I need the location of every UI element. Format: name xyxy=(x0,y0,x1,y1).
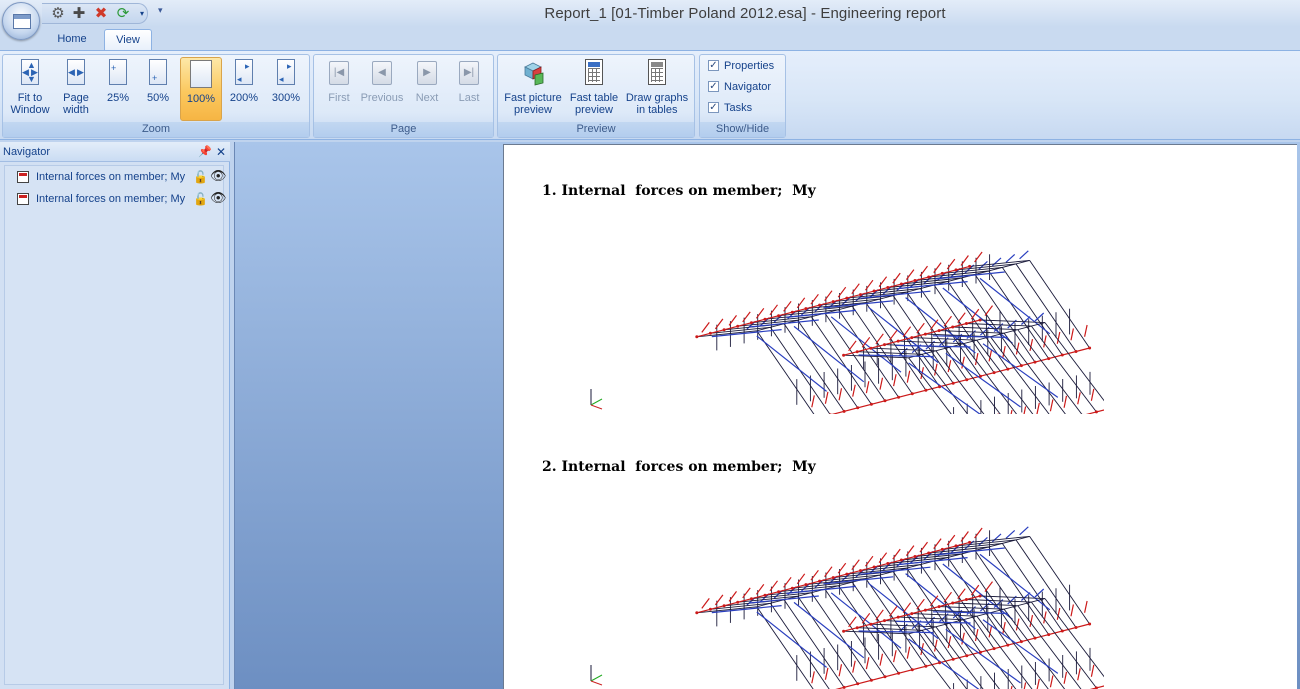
fit-to-window-label-1: Fit to xyxy=(17,92,43,104)
zoom-25-button[interactable]: + 25% xyxy=(99,57,137,121)
list-item[interactable]: Internal forces on member; My 🔓 👁 xyxy=(5,188,227,210)
zoom-50-button[interactable]: + 50% xyxy=(139,57,177,121)
page-group-label: Page xyxy=(314,122,493,137)
show-hide-group: ✓ Properties ✓ Navigator ✓ Tasks Show/Hide xyxy=(699,54,786,138)
zoom-200-icon: ▸ ◂ xyxy=(232,59,256,89)
page-width-button[interactable]: ◀ ▶ Page width xyxy=(55,57,97,121)
zoom-50-label: 50% xyxy=(146,92,170,104)
draw-graphs-label-2: in tables xyxy=(636,104,678,116)
draw-graphs-in-tables-button[interactable]: Draw graphs in tables xyxy=(622,57,692,121)
window-title: Report_1 [01-Timber Poland 2012.esa] - E… xyxy=(544,5,946,22)
fast-picture-preview-label-2: preview xyxy=(514,104,552,116)
title-bar: ⚙ ✚ ✖ ⟳ ▾ ▾ Report_1 [01-Timber Poland 2… xyxy=(0,0,1300,27)
last-page-label: Last xyxy=(458,92,480,104)
close-icon[interactable]: ✕ xyxy=(216,142,226,162)
zoom-100-icon xyxy=(189,60,213,90)
last-page-button[interactable]: ▶| Last xyxy=(450,57,488,121)
first-page-icon: |◀ xyxy=(327,59,351,89)
properties-checkbox[interactable]: ✓ xyxy=(708,59,719,71)
zoom-100-button[interactable]: 100% xyxy=(180,57,222,121)
zoom-300-label: 300% xyxy=(271,92,301,104)
first-page-button[interactable]: |◀ First xyxy=(318,57,360,121)
zoom-group: ▲ ▼ ◀ ▶ Fit to Window ◀ ▶ Page width + 25% +… xyxy=(2,54,310,138)
tasks-checkbox[interactable]: ✓ xyxy=(708,101,719,113)
pin-icon[interactable]: 📌 xyxy=(198,142,212,162)
page-width-icon: ◀ ▶ xyxy=(64,59,88,89)
last-page-icon: ▶| xyxy=(457,59,481,89)
ribbon-tabs: Home View xyxy=(0,27,1300,50)
show-hide-group-label: Show/Hide xyxy=(700,122,785,137)
fast-picture-preview-icon xyxy=(519,59,547,89)
fit-to-window-label-2: Window xyxy=(10,104,50,116)
structure-figure-1 xyxy=(590,250,1104,414)
navigator-header: Navigator 📌 ✕ xyxy=(0,142,230,162)
previous-page-button[interactable]: ◀ Previous xyxy=(358,57,406,121)
zoom-25-label: 25% xyxy=(106,92,130,104)
zoom-200-button[interactable]: ▸ ◂ 200% xyxy=(225,57,263,121)
draw-graphs-in-tables-icon xyxy=(645,59,669,89)
tab-view[interactable]: View xyxy=(104,29,152,50)
section-title-2: 2. Internal forces on member; My xyxy=(542,459,816,475)
page-width-label-1: Page xyxy=(63,92,89,104)
page-width-label-2: width xyxy=(63,104,89,116)
section-title-1: 1. Internal forces on member; My xyxy=(542,183,816,199)
fast-table-preview-icon xyxy=(582,59,606,89)
unlock-icon[interactable]: 🔓 xyxy=(193,170,208,184)
list-item-label: Internal forces on member; My xyxy=(36,193,186,205)
next-page-button[interactable]: ▶ Next xyxy=(408,57,446,121)
zoom-25-icon: + xyxy=(106,59,130,89)
list-item-label: Internal forces on member; My xyxy=(36,171,186,183)
next-page-label: Next xyxy=(415,92,439,104)
navigator-label: Navigator xyxy=(724,81,772,93)
zoom-100-label: 100% xyxy=(186,93,216,105)
report-preview-area[interactable]: 1. Internal forces on member; My 2. Inte… xyxy=(234,142,1300,689)
unlock-icon[interactable]: 🔓 xyxy=(193,192,208,206)
ribbon: ▲ ▼ ◀ ▶ Fit to Window ◀ ▶ Page width + 25% +… xyxy=(0,50,1300,140)
previous-page-label: Previous xyxy=(360,92,404,104)
fast-table-preview-button[interactable]: Fast table preview xyxy=(566,57,622,121)
previous-page-icon: ◀ xyxy=(370,59,394,89)
fit-to-window-icon: ▲ ▼ ◀ ▶ xyxy=(21,59,39,85)
tasks-toggle[interactable]: ✓ Tasks xyxy=(708,99,752,117)
application-menu-button[interactable] xyxy=(2,2,40,40)
first-page-label: First xyxy=(328,92,350,104)
navigator-title: Navigator xyxy=(3,146,51,158)
eye-icon[interactable]: 👁 xyxy=(210,191,227,205)
properties-toggle[interactable]: ✓ Properties xyxy=(708,57,774,75)
report-item-icon xyxy=(17,171,29,183)
navigator-list: Internal forces on member; My 🔓 👁 Intern… xyxy=(4,165,227,685)
draw-graphs-label-1: Draw graphs xyxy=(625,92,689,104)
preview-group: Fast picture preview Fast table preview … xyxy=(497,54,695,138)
navigator-toggle[interactable]: ✓ Navigator xyxy=(708,78,771,96)
fit-to-window-button[interactable]: ▲ ▼ ◀ ▶ Fit to Window xyxy=(5,57,55,121)
navigator-panel: Navigator 📌 ✕ Internal forces on member;… xyxy=(0,142,230,689)
next-page-icon: ▶ xyxy=(415,59,439,89)
preview-group-label: Preview xyxy=(498,122,694,137)
zoom-200-label: 200% xyxy=(229,92,259,104)
tab-home[interactable]: Home xyxy=(46,29,98,50)
eye-icon[interactable]: 👁 xyxy=(210,169,227,183)
properties-label: Properties xyxy=(724,60,775,72)
fast-picture-preview-label-1: Fast picture xyxy=(504,92,562,104)
zoom-50-icon: + xyxy=(146,59,170,89)
navigator-checkbox[interactable]: ✓ xyxy=(708,80,719,92)
zoom-300-button[interactable]: ▸ ◂ 300% xyxy=(267,57,305,121)
report-item-icon xyxy=(17,193,29,205)
report-page: 1. Internal forces on member; My 2. Inte… xyxy=(503,144,1297,689)
fast-picture-preview-button[interactable]: Fast picture preview xyxy=(500,57,566,121)
application-menu-icon xyxy=(13,14,31,29)
zoom-group-label: Zoom xyxy=(3,122,309,137)
fast-table-preview-label-2: preview xyxy=(575,104,613,116)
zoom-300-icon: ▸ ◂ xyxy=(274,59,298,89)
fast-table-preview-label-1: Fast table xyxy=(569,92,619,104)
structure-figure-2 xyxy=(590,526,1104,689)
list-item[interactable]: Internal forces on member; My 🔓 👁 xyxy=(5,166,227,188)
tasks-label: Tasks xyxy=(724,102,753,114)
page-group: |◀ First ◀ Previous ▶ Next ▶| Last Page xyxy=(313,54,494,138)
